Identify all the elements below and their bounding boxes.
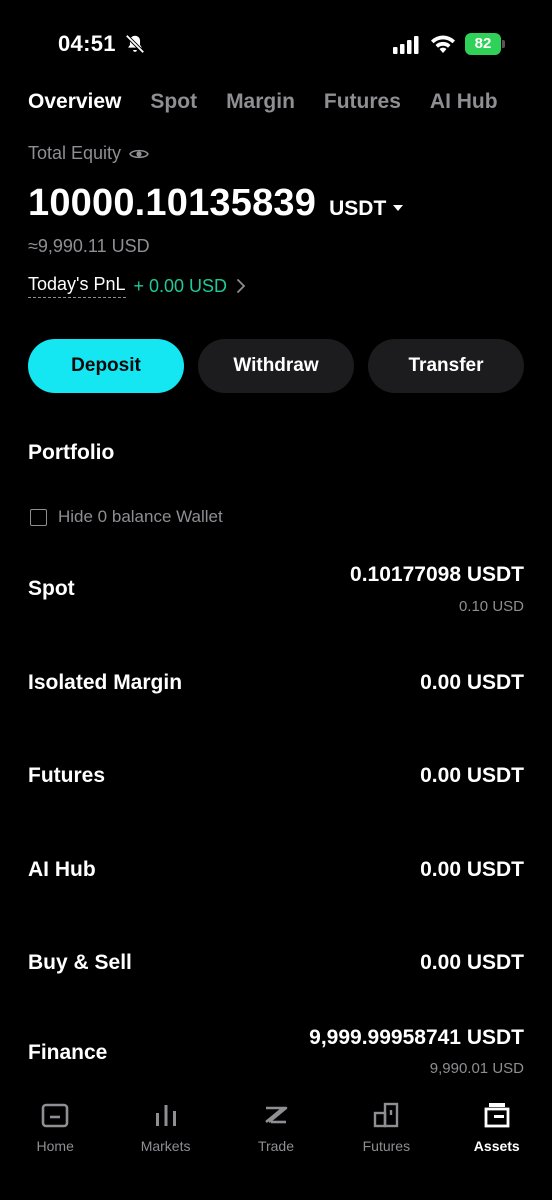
bell-muted-icon	[125, 34, 145, 54]
wallet-row-futures[interactable]: Futures 0.00 USDT	[28, 733, 524, 827]
wallet-name: Buy & Sell	[28, 951, 132, 974]
total-equity-label: Total Equity	[28, 143, 122, 163]
wallet-amount: 0.00 USDT	[420, 951, 524, 974]
wallet-name: Futures	[28, 764, 106, 787]
trade-icon	[265, 1106, 288, 1124]
wallet-icon	[484, 1103, 510, 1128]
pnl-value: + 0.00 USD	[133, 275, 228, 296]
action-buttons: Deposit Withdraw Transfer	[28, 339, 524, 393]
wallet-row-isolated-margin[interactable]: Isolated Margin 0.00 USDT	[28, 640, 524, 734]
nav-assets[interactable]: Assets	[442, 1088, 552, 1200]
nav-label: Markets	[140, 1138, 191, 1154]
portfolio-title: Portfolio	[28, 441, 115, 464]
hide-zero-label: Hide 0 balance Wallet	[58, 507, 223, 526]
asset-tabs: Overview Spot Margin Futures AI Hub	[28, 90, 527, 114]
wallet-amount: 0.00 USDT	[420, 764, 524, 787]
withdraw-button[interactable]: Withdraw	[198, 339, 354, 393]
wallet-amount: 0.00 USDT	[420, 857, 524, 881]
battery-tip	[502, 40, 505, 48]
wallet-usd: 0.10 USD	[458, 598, 524, 615]
currency-selector[interactable]: USDT	[329, 197, 404, 221]
tab-overview[interactable]: Overview	[28, 90, 121, 114]
todays-pnl-row[interactable]: Today's PnL + 0.00 USD	[28, 274, 246, 298]
nav-label: Home	[36, 1138, 74, 1154]
tab-futures[interactable]: Futures	[324, 90, 401, 114]
total-equity-value: 10000.10135839	[28, 182, 317, 224]
wallet-amount: 0.00 USDT	[420, 670, 524, 694]
currency-unit: USDT	[329, 197, 387, 220]
bottom-nav: Home Markets Trade Futures Assets	[0, 1088, 552, 1200]
futures-icon	[374, 1102, 399, 1128]
wallet-row-buy-sell[interactable]: Buy & Sell 0.00 USDT	[28, 920, 524, 1014]
wallet-amount: 0.10177098 USDT	[350, 563, 524, 586]
nav-label: Assets	[473, 1138, 520, 1154]
equity-usd-approx: ≈9,990.11 USD	[28, 236, 150, 256]
wifi-icon	[431, 35, 455, 53]
nav-markets[interactable]: Markets	[110, 1088, 220, 1200]
clock: 04:51	[58, 31, 116, 56]
hide-zero-checkbox[interactable]	[30, 508, 47, 526]
assets-screen: 04:51 82 Overview Spot Margin Futures AI	[0, 0, 552, 1200]
bar-chart-icon	[155, 1105, 176, 1126]
chevron-right-icon	[237, 279, 246, 293]
wallet-name: Isolated Margin	[28, 670, 183, 694]
wallet-list: Spot 0.10177098 USDT 0.10 USD Isolated M…	[28, 546, 524, 1107]
tab-spot[interactable]: Spot	[150, 90, 197, 114]
total-equity-label-row: Total Equity	[28, 143, 149, 164]
caret-down-icon	[393, 205, 404, 211]
signal-icon	[393, 36, 419, 54]
nav-home[interactable]: Home	[0, 1088, 110, 1200]
tab-ai-hub[interactable]: AI Hub	[430, 90, 498, 114]
wallet-amount: 9,999.99958741 USDT	[309, 1025, 524, 1049]
hide-zero-balance-toggle[interactable]: Hide 0 balance Wallet	[30, 507, 223, 527]
battery-indicator: 82	[465, 33, 505, 55]
wallet-row-ai-hub[interactable]: AI Hub 0.00 USDT	[28, 827, 524, 921]
nav-futures[interactable]: Futures	[331, 1088, 441, 1200]
transfer-button[interactable]: Transfer	[368, 339, 524, 393]
tab-margin[interactable]: Margin	[226, 90, 295, 114]
wallet-name: AI Hub	[28, 857, 96, 881]
wallet-row-spot[interactable]: Spot 0.10177098 USDT 0.10 USD	[28, 546, 524, 640]
wallet-usd: 9,990.01 USD	[429, 1059, 524, 1077]
status-bar: 04:51 82	[0, 0, 552, 90]
nav-label: Futures	[362, 1138, 411, 1154]
battery-level: 82	[465, 33, 501, 55]
pnl-label: Today's PnL	[28, 274, 126, 298]
home-icon	[41, 1103, 69, 1128]
wallet-name: Finance	[28, 1040, 108, 1064]
nav-label: Trade	[257, 1138, 294, 1154]
nav-trade[interactable]: Trade	[221, 1088, 331, 1200]
equity-value-row: 10000.10135839 USDT	[28, 182, 404, 225]
eye-icon[interactable]	[129, 147, 149, 161]
wallet-name: Spot	[28, 577, 75, 600]
deposit-button[interactable]: Deposit	[28, 339, 184, 393]
